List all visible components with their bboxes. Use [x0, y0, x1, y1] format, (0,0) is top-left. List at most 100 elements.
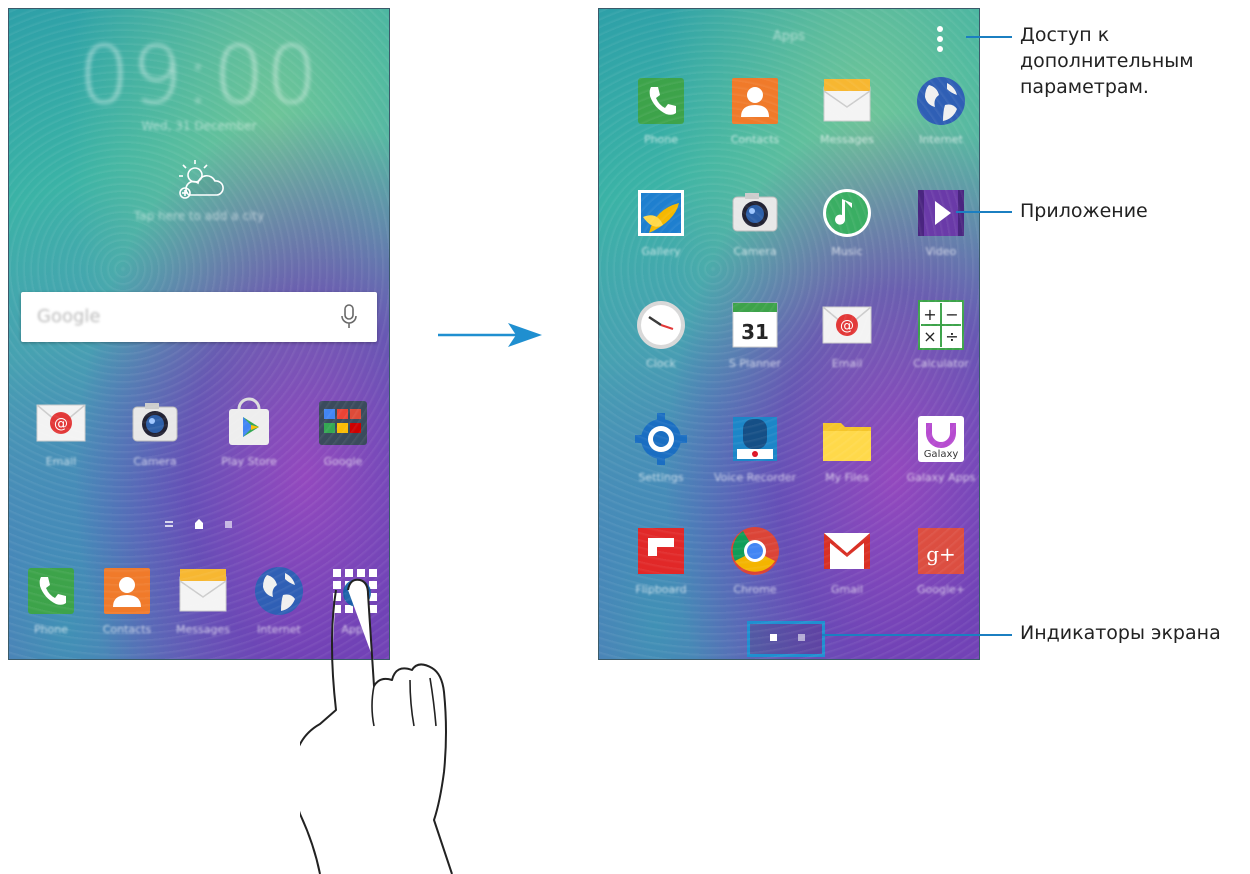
- app-gallery[interactable]: Gallery: [613, 187, 703, 277]
- camera-icon: [132, 403, 178, 442]
- icon-label: Gmail: [830, 583, 864, 596]
- home-folder-google[interactable]: Google: [295, 397, 385, 487]
- svg-text:+: +: [923, 305, 936, 324]
- apps-screen: Apps Phone Contacts Messages Internet Galler…: [598, 8, 980, 660]
- email-icon: @: [36, 404, 86, 442]
- folder-icon: [823, 423, 871, 461]
- app-voice-recorder[interactable]: Voice Recorder: [707, 413, 797, 503]
- icon-label: Internet: [919, 133, 963, 146]
- home-app-camera[interactable]: Camera: [107, 397, 197, 487]
- icon-label: S Planner: [728, 357, 782, 370]
- calendar-icon: 31: [732, 302, 778, 348]
- svg-text:@: @: [840, 318, 854, 334]
- date-label: Wed, 31 December: [141, 119, 257, 133]
- app-internet[interactable]: Internet: [893, 75, 979, 165]
- google-logo: Google: [37, 306, 101, 327]
- internet-icon: [255, 567, 303, 615]
- google-folder-icon: [319, 401, 367, 445]
- app-calculator[interactable]: + − × ÷ Calculator: [893, 299, 979, 389]
- clock-widget[interactable]: 09:00: [9, 29, 389, 122]
- svg-text:@: @: [54, 416, 68, 432]
- icon-label: Gallery: [641, 245, 681, 258]
- app-clock[interactable]: Clock: [613, 299, 703, 389]
- gmail-icon: [824, 533, 870, 569]
- icon-label: My Files: [825, 471, 869, 484]
- app-music[interactable]: Music: [799, 187, 889, 277]
- video-icon: [918, 190, 964, 236]
- app-chrome[interactable]: Chrome: [707, 525, 797, 615]
- app-contacts[interactable]: Contacts: [707, 75, 797, 165]
- weather-tip[interactable]: Tap here to add a city: [9, 209, 389, 223]
- page-indicator-next[interactable]: [798, 634, 805, 641]
- icon-label: Contacts: [730, 133, 780, 146]
- app-messages[interactable]: Messages: [799, 75, 889, 165]
- icon-text: g+: [926, 542, 956, 566]
- chrome-icon: [731, 527, 779, 575]
- icon-label: Google+: [916, 583, 965, 596]
- app-galaxy-apps[interactable]: Galaxy Galaxy Apps: [893, 413, 979, 503]
- internet-icon: [917, 77, 965, 125]
- app-email[interactable]: @ Email: [799, 299, 889, 389]
- home-app-email[interactable]: @ Email: [13, 397, 103, 487]
- callout-line-more-options: [966, 36, 1012, 38]
- icon-label: Phone: [643, 133, 679, 146]
- app-google-plus[interactable]: g+ Google+: [893, 525, 979, 615]
- icon-label: Music: [831, 245, 863, 258]
- gallery-icon: [638, 190, 684, 236]
- microphone-icon[interactable]: [339, 304, 359, 330]
- app-phone[interactable]: Phone: [613, 75, 703, 165]
- icon-label: Flipboard: [635, 583, 687, 596]
- icon-text: 31: [741, 320, 769, 344]
- transition-arrow-icon: [438, 323, 542, 347]
- app-gmail[interactable]: Gmail: [799, 525, 889, 615]
- settings-icon: [635, 413, 687, 465]
- svg-text:÷: ÷: [945, 327, 958, 346]
- camera-icon: [732, 193, 778, 232]
- email-icon: @: [822, 306, 872, 344]
- app-calendar[interactable]: 31 S Planner: [707, 299, 797, 389]
- home-app-play-store[interactable]: Play Store: [201, 397, 291, 487]
- icon-label: Calculator: [913, 357, 969, 370]
- flipboard-icon: [638, 528, 684, 574]
- screen-indicators[interactable]: [747, 621, 825, 657]
- phone-icon: [638, 78, 684, 124]
- callout-more-options: Доступ к дополнительным параметрам.: [1020, 24, 1194, 98]
- callout-app: Приложение: [1020, 200, 1148, 222]
- page-indicator-current[interactable]: [770, 634, 777, 641]
- messages-icon: [823, 79, 871, 122]
- app-settings[interactable]: Settings: [613, 413, 703, 503]
- icon-label: Clock: [646, 357, 676, 370]
- messages-icon: [179, 569, 227, 612]
- home-page-indicator: [165, 519, 232, 529]
- app-folder[interactable]: My Files: [799, 413, 889, 503]
- phone-icon: [28, 568, 74, 614]
- contacts-icon: [104, 568, 150, 614]
- icon-text: Galaxy: [924, 449, 959, 460]
- calculator-icon: + −× ÷: [918, 300, 964, 350]
- google-search-bar[interactable]: Google: [21, 292, 377, 342]
- icon-label: Email: [45, 455, 77, 468]
- apps-title: Apps: [772, 29, 806, 44]
- icon-label: Chrome: [733, 583, 777, 596]
- app-flipboard[interactable]: Flipboard: [613, 525, 703, 615]
- svg-text:−: −: [945, 305, 958, 324]
- icon-label: Camera: [133, 455, 177, 468]
- app-camera[interactable]: Camera: [707, 187, 797, 277]
- galaxy-apps-icon: Galaxy: [918, 416, 964, 462]
- voice-recorder-icon: [733, 417, 777, 461]
- icon-label: Messages: [820, 133, 874, 146]
- clock-icon: [637, 301, 685, 349]
- icon-label: Camera: [733, 245, 777, 258]
- icon-label: Google: [323, 455, 363, 468]
- more-options-icon[interactable]: [935, 24, 945, 54]
- app-video[interactable]: Video: [893, 187, 979, 277]
- tapping-hand-icon: [300, 578, 453, 874]
- callout-line-app: [956, 211, 1012, 213]
- weather-icon[interactable]: [171, 157, 229, 205]
- icon-label: Galaxy Apps: [906, 471, 976, 484]
- callout-line-indicators: [822, 634, 1012, 636]
- svg-text:×: ×: [923, 327, 936, 346]
- icon-label: Voice Recorder: [713, 471, 797, 484]
- icon-label: Settings: [638, 471, 684, 484]
- contacts-icon: [732, 78, 778, 124]
